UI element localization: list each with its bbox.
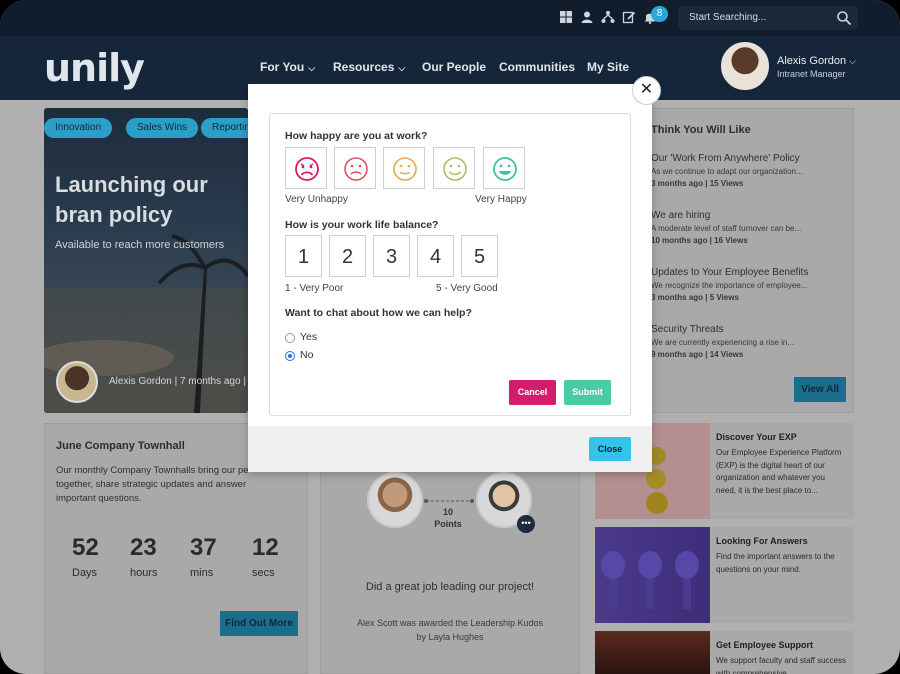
- list-item[interactable]: Security Threats We are currently experi…: [651, 324, 851, 359]
- rating-option-2[interactable]: 2: [329, 235, 366, 277]
- survey-form: How happy are you at work? Very Unhappy …: [269, 113, 631, 416]
- nav-for-you[interactable]: For You ⌵: [260, 60, 315, 74]
- townhall-text: Our monthly Company Townhalls bring our …: [56, 465, 249, 504]
- rating-option-4[interactable]: 4: [417, 235, 454, 277]
- promo-card[interactable]: Get Employee Support We support faculty …: [595, 631, 854, 674]
- chevron-down-icon: ⌵: [308, 63, 316, 73]
- townhall-title[interactable]: June Company Townhall: [56, 440, 185, 452]
- very-unhappy-face-icon: [295, 157, 319, 181]
- happy-face-icon: [443, 157, 467, 181]
- nav-our-people[interactable]: Our People: [422, 60, 486, 74]
- kudos-giver-avatar[interactable]: [367, 472, 423, 528]
- countdown-hours-label: hours: [130, 567, 158, 579]
- promo-image: [595, 527, 710, 623]
- radio-yes[interactable]: [285, 333, 295, 343]
- rating-option-5[interactable]: 5: [461, 235, 498, 277]
- user-role: Intranet Manager: [777, 69, 846, 79]
- edit-icon[interactable]: [622, 10, 636, 24]
- countdown-mins-label: mins: [190, 567, 214, 579]
- notification-badge: 8: [651, 6, 668, 22]
- tag-reporting[interactable]: Reportin: [201, 118, 248, 138]
- question-happiness: How happy are you at work?: [285, 130, 428, 142]
- survey-modal: How happy are you at work? Very Unhappy …: [248, 84, 652, 472]
- scale-low-label: Very Unhappy: [285, 194, 348, 205]
- nav-communities[interactable]: Communities: [499, 60, 575, 74]
- submit-button[interactable]: Submit: [564, 380, 611, 405]
- hero-author: Alexis Gordon | 7 months ago |: [109, 376, 246, 387]
- recommended-title: Think You Will Like: [651, 124, 751, 136]
- countdown-mins-value: 37: [190, 534, 217, 561]
- unily-logo[interactable]: unily: [44, 46, 145, 90]
- kudos-text: Alex Scott was awarded the Leadership Ku…: [356, 618, 544, 642]
- windows-grid-icon[interactable]: [559, 10, 573, 24]
- utility-bar: 8 Start Searching...: [0, 0, 900, 36]
- author-avatar: [56, 361, 98, 403]
- promo-card[interactable]: Looking For Answers Find the important a…: [595, 527, 854, 623]
- search-box[interactable]: Start Searching...: [678, 6, 858, 30]
- promo-title: Get Employee Support: [716, 640, 814, 650]
- radio-yes-label[interactable]: Yes: [300, 331, 317, 343]
- chevron-down-icon: ⌵: [398, 63, 406, 73]
- promo-text: We support faculty and staff success wit…: [716, 656, 846, 674]
- cancel-button[interactable]: Cancel: [509, 380, 556, 405]
- tag-sales-wins[interactable]: Sales Wins: [126, 118, 199, 138]
- search-icon[interactable]: [836, 10, 852, 26]
- list-item[interactable]: We are hiring A moderate level of staff …: [651, 210, 851, 245]
- scale-high-label: Very Happy: [475, 194, 527, 205]
- more-options-icon[interactable]: •••: [517, 515, 535, 533]
- very-happy-face-icon: [493, 157, 517, 181]
- rating-high-label: 5 - Very Good: [436, 283, 498, 294]
- radio-no-label[interactable]: No: [300, 349, 313, 361]
- rating-low-label: 1 - Very Poor: [285, 283, 344, 294]
- user-name[interactable]: Alexis Gordon ⌵: [777, 55, 856, 67]
- promo-title: Looking For Answers: [716, 536, 808, 546]
- promo-text: Find the important answers to the questi…: [716, 552, 835, 574]
- kudos-title: Did a great job leading our project!: [365, 581, 535, 593]
- chevron-down-icon: ⌵: [849, 56, 856, 66]
- very-happy-face-option[interactable]: [483, 147, 525, 189]
- tag-innovation[interactable]: Innovation: [44, 118, 113, 138]
- user-avatar[interactable]: [721, 42, 769, 90]
- unhappy-face-option[interactable]: [334, 147, 376, 189]
- modal-footer: Close: [248, 426, 652, 472]
- neutral-face-option[interactable]: [383, 147, 425, 189]
- sitemap-icon[interactable]: [601, 10, 615, 24]
- countdown-hours-value: 23: [130, 534, 157, 561]
- neutral-face-icon: [393, 157, 417, 181]
- search-input[interactable]: Start Searching...: [689, 12, 766, 23]
- countdown-days-value: 52: [72, 534, 99, 561]
- rating-option-1[interactable]: 1: [285, 235, 322, 277]
- radio-no[interactable]: [285, 351, 295, 361]
- promo-title: Discover Your EXP: [716, 432, 797, 442]
- rating-option-3[interactable]: 3: [373, 235, 410, 277]
- find-out-more-button[interactable]: Find Out More: [220, 611, 298, 636]
- nav-my-site[interactable]: My Site: [587, 60, 629, 74]
- countdown-secs-label: secs: [252, 567, 275, 579]
- kudos-connector: [424, 499, 474, 503]
- list-item[interactable]: Our 'Work From Anywhere' Policy As we co…: [651, 153, 851, 188]
- close-button[interactable]: Close: [589, 437, 631, 461]
- hero-subtitle: Available to reach more customers: [55, 239, 225, 251]
- countdown-secs-value: 12: [252, 534, 279, 561]
- hero-card[interactable]: Innovation Sales Wins Reportin Launching…: [44, 108, 248, 413]
- nav-resources[interactable]: Resources ⌵: [333, 60, 405, 74]
- app-frame: 8 Start Searching... unily For You ⌵ Reso…: [0, 0, 900, 674]
- view-all-button[interactable]: View All: [794, 377, 846, 402]
- user-icon[interactable]: [580, 10, 594, 24]
- promo-image: [595, 631, 710, 674]
- unhappy-face-icon: [344, 157, 368, 181]
- question-chat: Want to chat about how we can help?: [285, 307, 472, 319]
- happy-face-option[interactable]: [433, 147, 475, 189]
- hero-title[interactable]: Launching our bran policy: [55, 170, 248, 230]
- countdown-days-label: Days: [72, 567, 98, 579]
- kudos-points: 10 Points: [434, 507, 462, 529]
- promo-text: Our Employee Experience Platform (EXP) i…: [716, 448, 842, 495]
- question-balance: How is your work life balance?: [285, 219, 439, 231]
- close-icon[interactable]: ✕: [632, 76, 661, 105]
- list-item[interactable]: Updates to Your Employee Benefits We rec…: [651, 267, 851, 302]
- very-unhappy-face-option[interactable]: [285, 147, 327, 189]
